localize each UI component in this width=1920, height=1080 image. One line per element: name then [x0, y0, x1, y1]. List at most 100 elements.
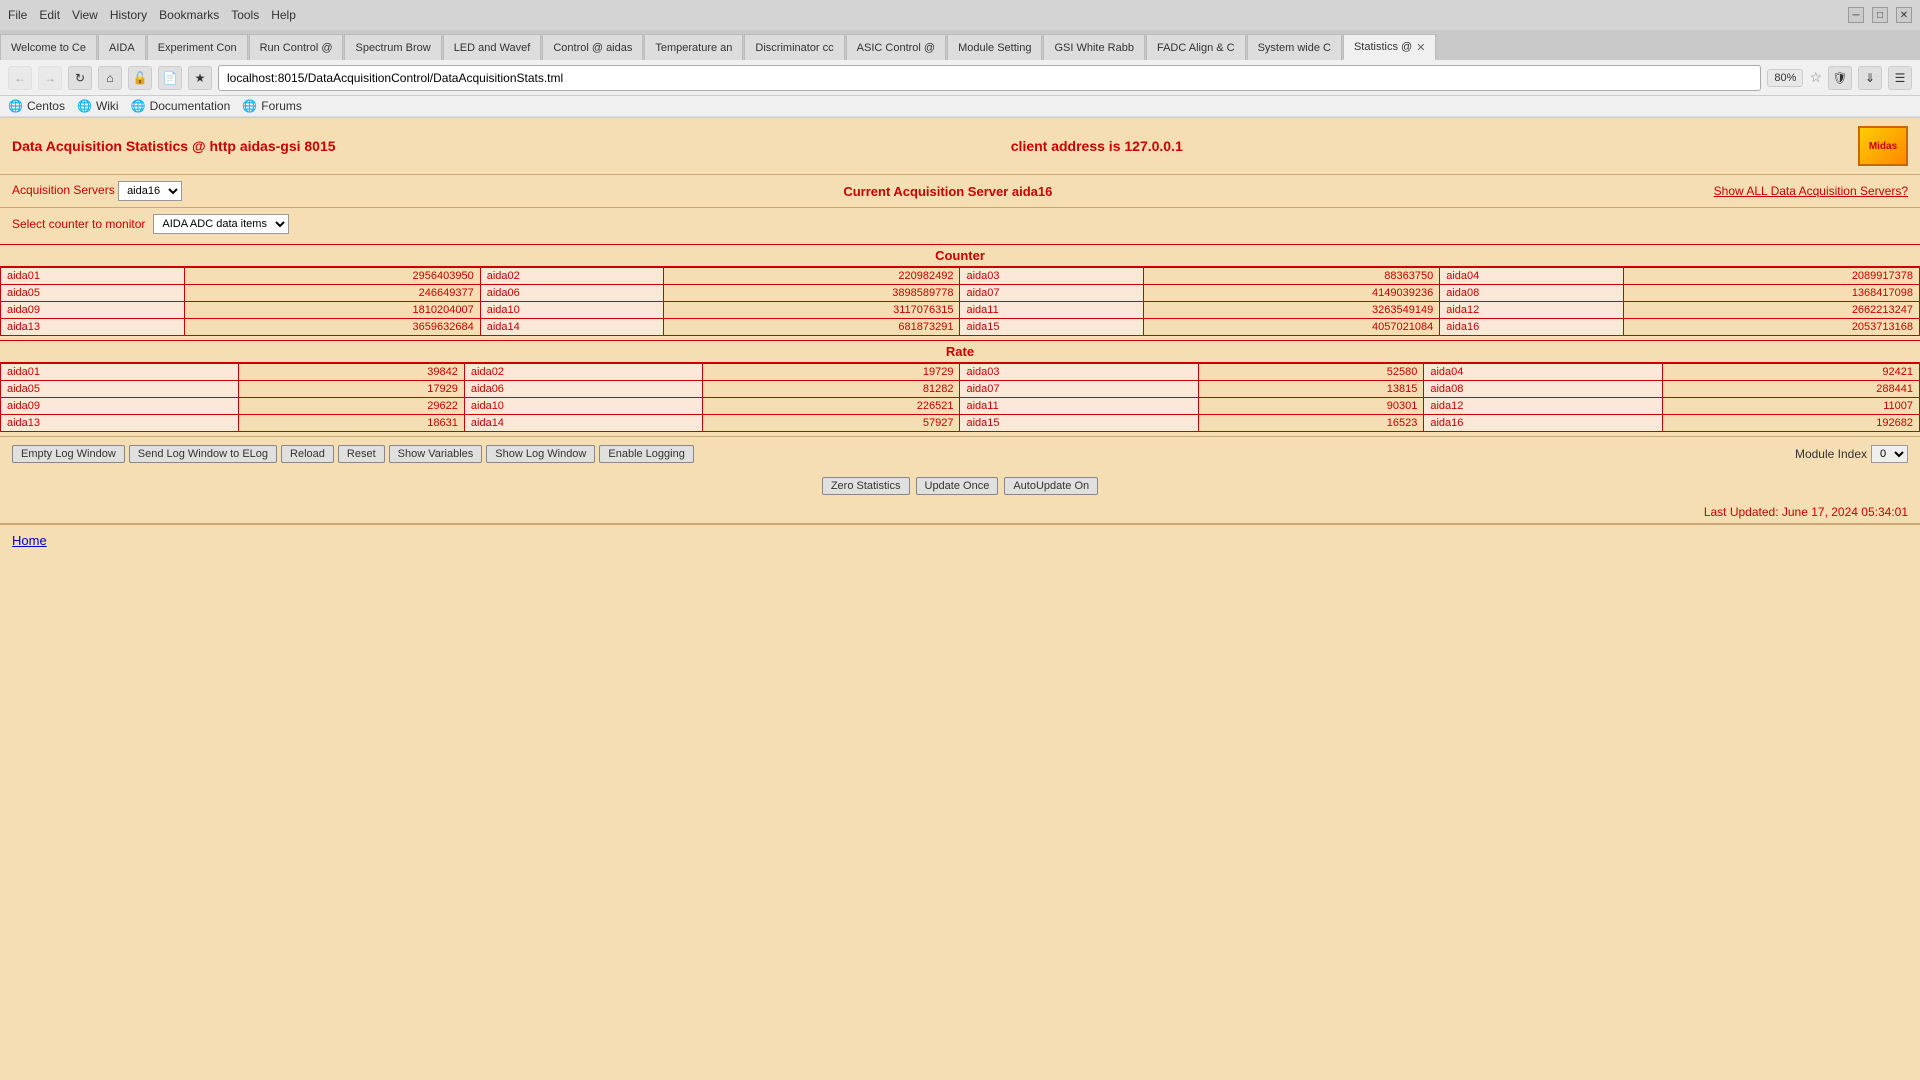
- maximize-button[interactable]: □: [1872, 7, 1888, 23]
- last-updated: Last Updated: June 17, 2024 05:34:01: [0, 501, 1920, 523]
- menu-bar[interactable]: File Edit View History Bookmarks Tools H…: [8, 8, 296, 22]
- bookmark-forums[interactable]: 🌐 Forums: [242, 99, 302, 113]
- tab-fadc[interactable]: FADC Align & C: [1146, 34, 1246, 60]
- tab-close-icon[interactable]: ✕: [1416, 41, 1425, 54]
- menu-edit[interactable]: Edit: [39, 8, 60, 22]
- window-controls[interactable]: ─ □ ✕: [1848, 7, 1912, 23]
- tab-discriminator[interactable]: Discriminator cc: [744, 34, 844, 60]
- menu-history[interactable]: History: [110, 8, 147, 22]
- tab-asic[interactable]: ASIC Control @: [846, 34, 946, 60]
- back-button[interactable]: ←: [8, 66, 32, 90]
- aida-value: 288441: [1662, 381, 1919, 398]
- enable-logging-button[interactable]: Enable Logging: [599, 445, 693, 463]
- home-nav-button[interactable]: ⌂: [98, 66, 122, 90]
- tab-aida[interactable]: AIDA: [98, 34, 146, 60]
- reload-page-button[interactable]: Reload: [281, 445, 334, 463]
- reload-button[interactable]: ↻: [68, 66, 92, 90]
- counter-section: Counter aida01 2956403950 aida02 2209824…: [0, 244, 1920, 336]
- auto-update-button[interactable]: AutoUpdate On: [1004, 477, 1098, 495]
- aida-value: 29622: [239, 398, 465, 415]
- menu-view[interactable]: View: [72, 8, 98, 22]
- aida-label: aida09: [1, 398, 239, 415]
- show-log-button[interactable]: Show Log Window: [486, 445, 595, 463]
- buttons-section: Empty Log Window Send Log Window to ELog…: [0, 437, 1920, 471]
- send-log-button[interactable]: Send Log Window to ELog: [129, 445, 277, 463]
- zoom-level: 80%: [1767, 69, 1803, 87]
- tab-statistics[interactable]: Statistics @ ✕: [1343, 34, 1436, 60]
- bookmark-wiki[interactable]: 🌐 Wiki: [77, 99, 119, 113]
- aida-label: aida02: [480, 268, 664, 285]
- tab-system[interactable]: System wide C: [1247, 34, 1342, 60]
- minimize-button[interactable]: ─: [1848, 7, 1864, 23]
- table-row: aida01 39842 aida02 19729 aida03 52580 a…: [1, 364, 1920, 381]
- bookmark-documentation[interactable]: 🌐 Documentation: [131, 99, 231, 113]
- aida-label: aida10: [464, 398, 702, 415]
- tab-module[interactable]: Module Setting: [947, 34, 1042, 60]
- menu-icon[interactable]: ☰: [1888, 66, 1912, 90]
- server-section: Acquisition Servers aida16 Current Acqui…: [0, 175, 1920, 208]
- module-index-dropdown[interactable]: 0: [1871, 445, 1908, 463]
- aida-label: aida16: [1440, 319, 1624, 336]
- forward-button[interactable]: →: [38, 66, 62, 90]
- close-button[interactable]: ✕: [1896, 7, 1912, 23]
- table-row: aida05 246649377 aida06 3898589778 aida0…: [1, 285, 1920, 302]
- tab-temperature[interactable]: Temperature an: [644, 34, 743, 60]
- tab-spectrum[interactable]: Spectrum Brow: [344, 34, 441, 60]
- server-dropdown[interactable]: aida16: [118, 181, 182, 201]
- tab-control[interactable]: Control @ aidas: [542, 34, 643, 60]
- counter-section-header: Counter: [0, 244, 1920, 267]
- aida-label: aida12: [1424, 398, 1662, 415]
- center-buttons: Zero Statistics Update Once AutoUpdate O…: [0, 471, 1920, 501]
- module-index-section: Module Index 0: [1795, 445, 1908, 463]
- address-input[interactable]: [218, 65, 1761, 91]
- centos-icon: 🌐: [8, 99, 23, 113]
- tab-experiment[interactable]: Experiment Con: [147, 34, 248, 60]
- menu-help[interactable]: Help: [271, 8, 296, 22]
- aida-label: aida16: [1424, 415, 1662, 432]
- bookmarks-bar: 🌐 Centos 🌐 Wiki 🌐 Documentation 🌐 Forums: [0, 96, 1920, 117]
- menu-file[interactable]: File: [8, 8, 27, 22]
- tab-welcome[interactable]: Welcome to Ce: [0, 34, 97, 60]
- counter-table: aida01 2956403950 aida02 220982492 aida0…: [0, 267, 1920, 336]
- aida-label: aida13: [1, 319, 185, 336]
- bookmark-centos[interactable]: 🌐 Centos: [8, 99, 65, 113]
- tab-led[interactable]: LED and Wavef: [443, 34, 542, 60]
- menu-bookmarks[interactable]: Bookmarks: [159, 8, 219, 22]
- title-bar: File Edit View History Bookmarks Tools H…: [0, 0, 1920, 30]
- show-all-servers-link[interactable]: Show ALL Data Acquisition Servers?: [1714, 184, 1908, 198]
- aida-value: 13815: [1198, 381, 1424, 398]
- empty-log-button[interactable]: Empty Log Window: [12, 445, 125, 463]
- aida-label: aida07: [960, 285, 1144, 302]
- aida-label: aida07: [960, 381, 1198, 398]
- tab-gsi[interactable]: GSI White Rabb: [1043, 34, 1144, 60]
- aida-value: 4149039236: [1144, 285, 1440, 302]
- aida-value: 39842: [239, 364, 465, 381]
- home-link[interactable]: Home: [12, 533, 47, 548]
- forums-icon: 🌐: [242, 99, 257, 113]
- aida-label: aida14: [480, 319, 664, 336]
- module-index-label: Module Index: [1795, 447, 1867, 461]
- show-variables-button[interactable]: Show Variables: [389, 445, 483, 463]
- aida-value: 3898589778: [664, 285, 960, 302]
- aida-value: 192682: [1662, 415, 1919, 432]
- aida-label: aida11: [960, 398, 1198, 415]
- aida-value: 88363750: [1144, 268, 1440, 285]
- table-row: aida09 29622 aida10 226521 aida11 90301 …: [1, 398, 1920, 415]
- aida-value: 2089917378: [1623, 268, 1919, 285]
- reset-button[interactable]: Reset: [338, 445, 385, 463]
- bookmark-page-icon: ★: [188, 66, 212, 90]
- aida-label: aida04: [1440, 268, 1624, 285]
- favorite-icon[interactable]: ☆: [1809, 69, 1822, 86]
- lock-icon: 🔓: [128, 66, 152, 90]
- aida-value: 52580: [1198, 364, 1424, 381]
- zero-statistics-button[interactable]: Zero Statistics: [822, 477, 910, 495]
- tab-runcontrol[interactable]: Run Control @: [249, 34, 344, 60]
- counter-dropdown[interactable]: AIDA ADC data items: [153, 214, 289, 234]
- aida-label: aida11: [960, 302, 1144, 319]
- aida-value: 92421: [1662, 364, 1919, 381]
- rate-table: aida01 39842 aida02 19729 aida03 52580 a…: [0, 363, 1920, 432]
- menu-tools[interactable]: Tools: [231, 8, 259, 22]
- documentation-icon: 🌐: [131, 99, 146, 113]
- update-once-button[interactable]: Update Once: [916, 477, 999, 495]
- aida-label: aida01: [1, 268, 185, 285]
